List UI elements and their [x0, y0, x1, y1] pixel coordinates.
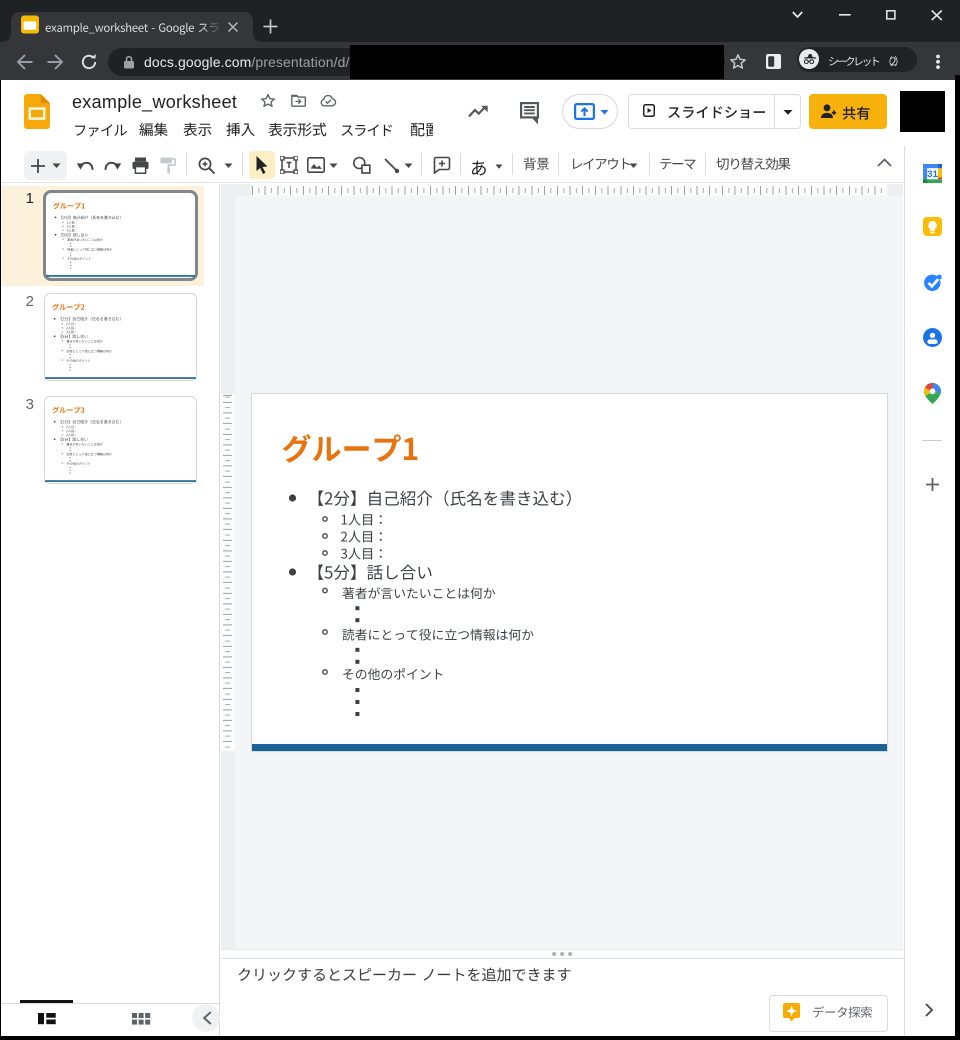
svg-text:31: 31: [927, 168, 938, 179]
